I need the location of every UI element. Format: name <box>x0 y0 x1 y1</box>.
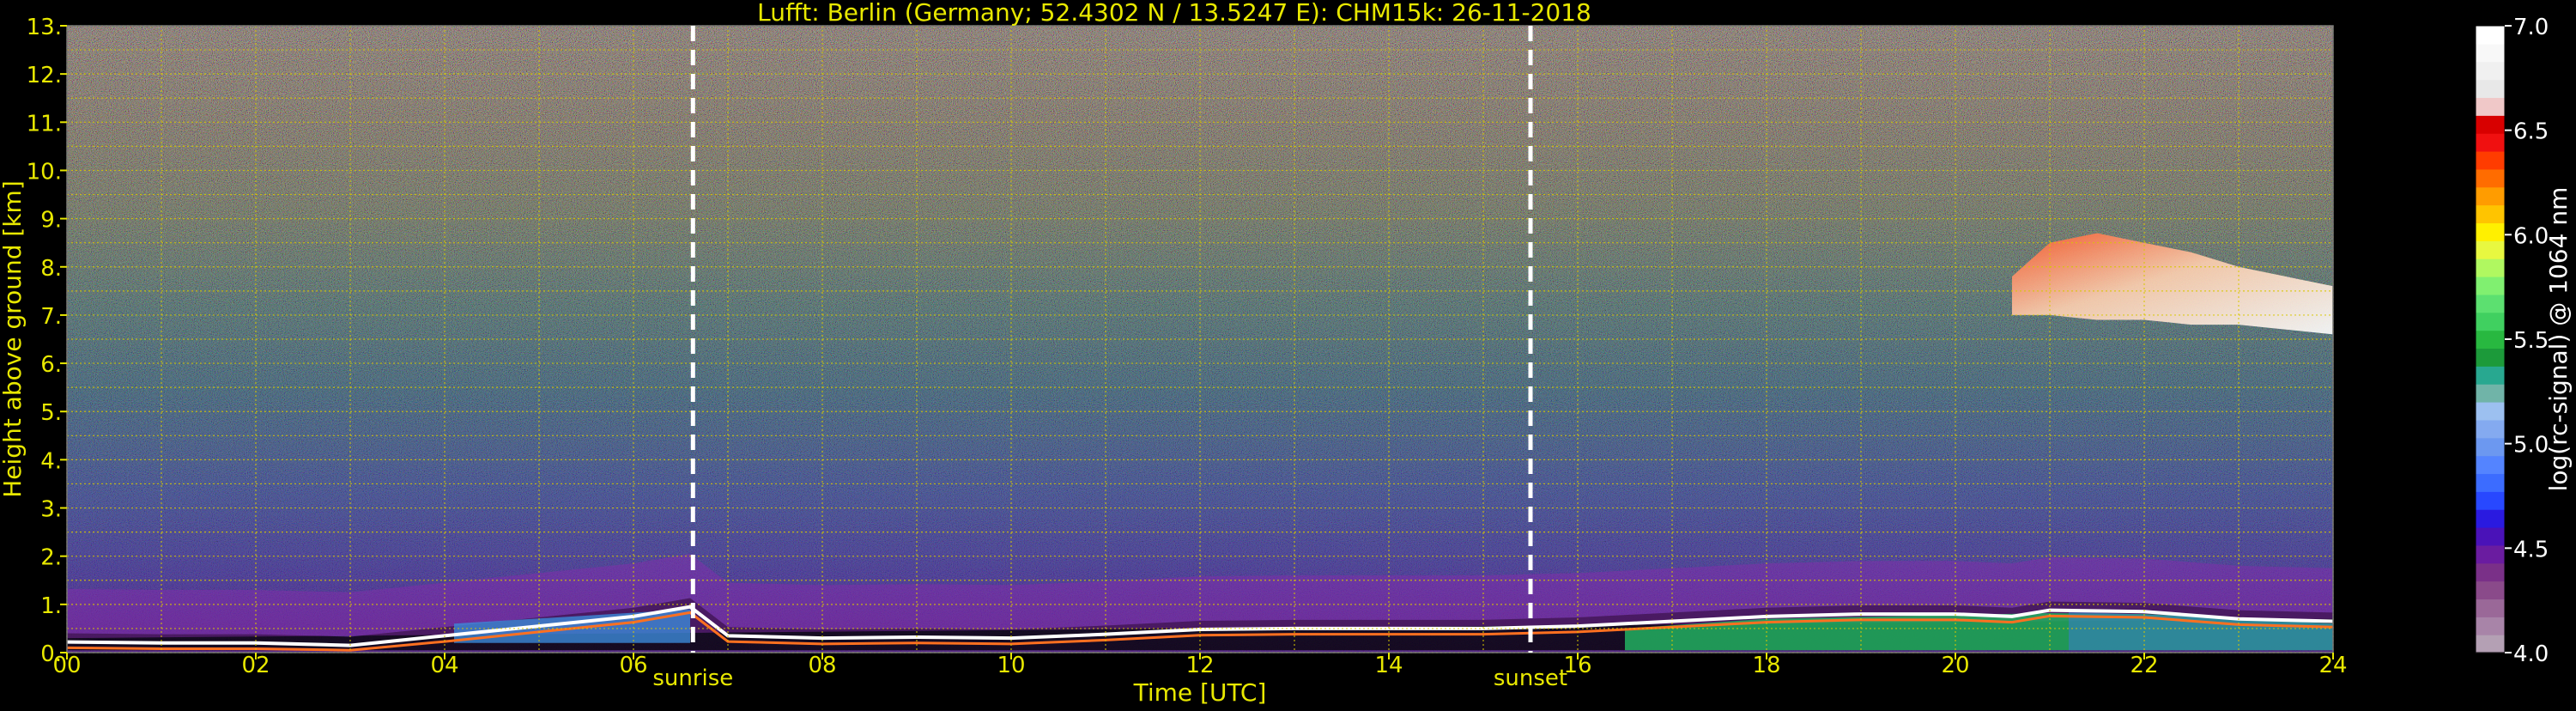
x-tick-label: 04 <box>430 653 458 678</box>
colorbar-tick-label: 4.0 <box>2513 641 2549 667</box>
colorbar-segment <box>2476 419 2505 439</box>
x-tick-label: 08 <box>808 653 836 678</box>
colorbar-segment <box>2476 43 2505 63</box>
colorbar-segment <box>2476 168 2505 188</box>
chart-figure: sunrise sunset 00 02 04 06 08 10 12 14 16 18 20 22 24… <box>0 0 2576 708</box>
colorbar-segment <box>2476 527 2505 546</box>
colorbar-segment <box>2476 544 2505 564</box>
colorbar-tick-label: 6.5 <box>2513 119 2549 145</box>
colorbar-segment <box>2476 402 2505 421</box>
marker-label-sunrise: sunrise <box>652 665 733 691</box>
y-tick-label: 1. <box>40 593 62 619</box>
colorbar-segment <box>2476 240 2505 259</box>
x-tick-label: 14 <box>1374 653 1403 678</box>
colorbar-segment <box>2476 294 2505 313</box>
y-tick-label: 12. <box>27 63 62 88</box>
colorbar-segment <box>2476 115 2505 134</box>
colorbar-segment <box>2476 580 2505 600</box>
colorbar-segment <box>2476 562 2505 582</box>
y-tick-label: 13. <box>27 15 62 40</box>
colorbar-segment <box>2476 455 2505 475</box>
colorbar-segment <box>2476 617 2505 635</box>
x-tick-label: 12 <box>1185 653 1214 678</box>
colorbar-segment <box>2476 61 2505 81</box>
colorbar-segment <box>2476 509 2505 528</box>
x-axis-label: Time [UTC] <box>1133 678 1267 707</box>
colorbar-segment <box>2476 222 2505 241</box>
y-tick-label: 3. <box>40 497 62 523</box>
colorbar-segment <box>2476 491 2505 510</box>
y-tick-label: 4. <box>40 448 62 474</box>
y-tick-label: 5. <box>40 400 62 426</box>
y-tick-label: 10. <box>27 159 62 185</box>
colorbar-segment <box>2476 133 2505 152</box>
colorbar-tick-label: 4.5 <box>2513 537 2549 562</box>
colorbar-segment <box>2476 79 2505 99</box>
colorbar-segment <box>2476 366 2505 385</box>
colorbar-label: log(rc-signal) @ 1064 nm <box>2544 187 2573 492</box>
y-tick-label: 11. <box>27 111 62 137</box>
chart-svg: sunrise sunset 00 02 04 06 08 10 12 14 16 18 20 22 24… <box>0 0 2573 707</box>
colorbar-segment <box>2476 186 2505 206</box>
colorbar-segment <box>2476 330 2505 349</box>
colorbar-segment <box>2476 437 2505 457</box>
colorbar-segment <box>2476 312 2505 331</box>
x-tick-label: 16 <box>1563 653 1591 678</box>
x-tick-label: 06 <box>619 653 647 678</box>
colorbar-segment <box>2476 473 2505 492</box>
colorbar-segment <box>2476 384 2505 403</box>
marker-label-sunset: sunset <box>1494 665 1567 691</box>
x-tick-label: 20 <box>1941 653 1969 678</box>
y-axis-label: Height above ground [km] <box>0 180 27 498</box>
colorbar-segment <box>2476 348 2505 367</box>
y-tick-label: 8. <box>40 256 62 282</box>
x-tick-label: 24 <box>2318 653 2347 678</box>
x-tick-label: 02 <box>241 653 270 678</box>
colorbar-tick-label: 7.0 <box>2513 15 2549 40</box>
chart-title: Lufft: Berlin (Germany; 52.4302 N / 13.5… <box>757 0 1591 27</box>
colorbar-segment <box>2476 276 2505 295</box>
colorbar-segment <box>2476 204 2505 224</box>
colorbar-segment <box>2476 151 2505 170</box>
x-tick-label: 10 <box>997 653 1025 678</box>
y-tick-label: 9. <box>40 208 62 234</box>
y-tick-label: 0. <box>40 641 62 667</box>
x-tick-label: 22 <box>2130 653 2158 678</box>
x-tick-label: 18 <box>1752 653 1780 678</box>
colorbar-segment <box>2476 258 2505 277</box>
colorbar-segment <box>2476 26 2505 45</box>
colorbar-segment <box>2476 635 2505 653</box>
y-tick-label: 6. <box>40 352 62 378</box>
y-tick-label: 7. <box>40 304 62 330</box>
colorbar-segment <box>2476 599 2505 617</box>
colorbar-segment <box>2476 97 2505 116</box>
y-tick-label: 2. <box>40 545 62 571</box>
